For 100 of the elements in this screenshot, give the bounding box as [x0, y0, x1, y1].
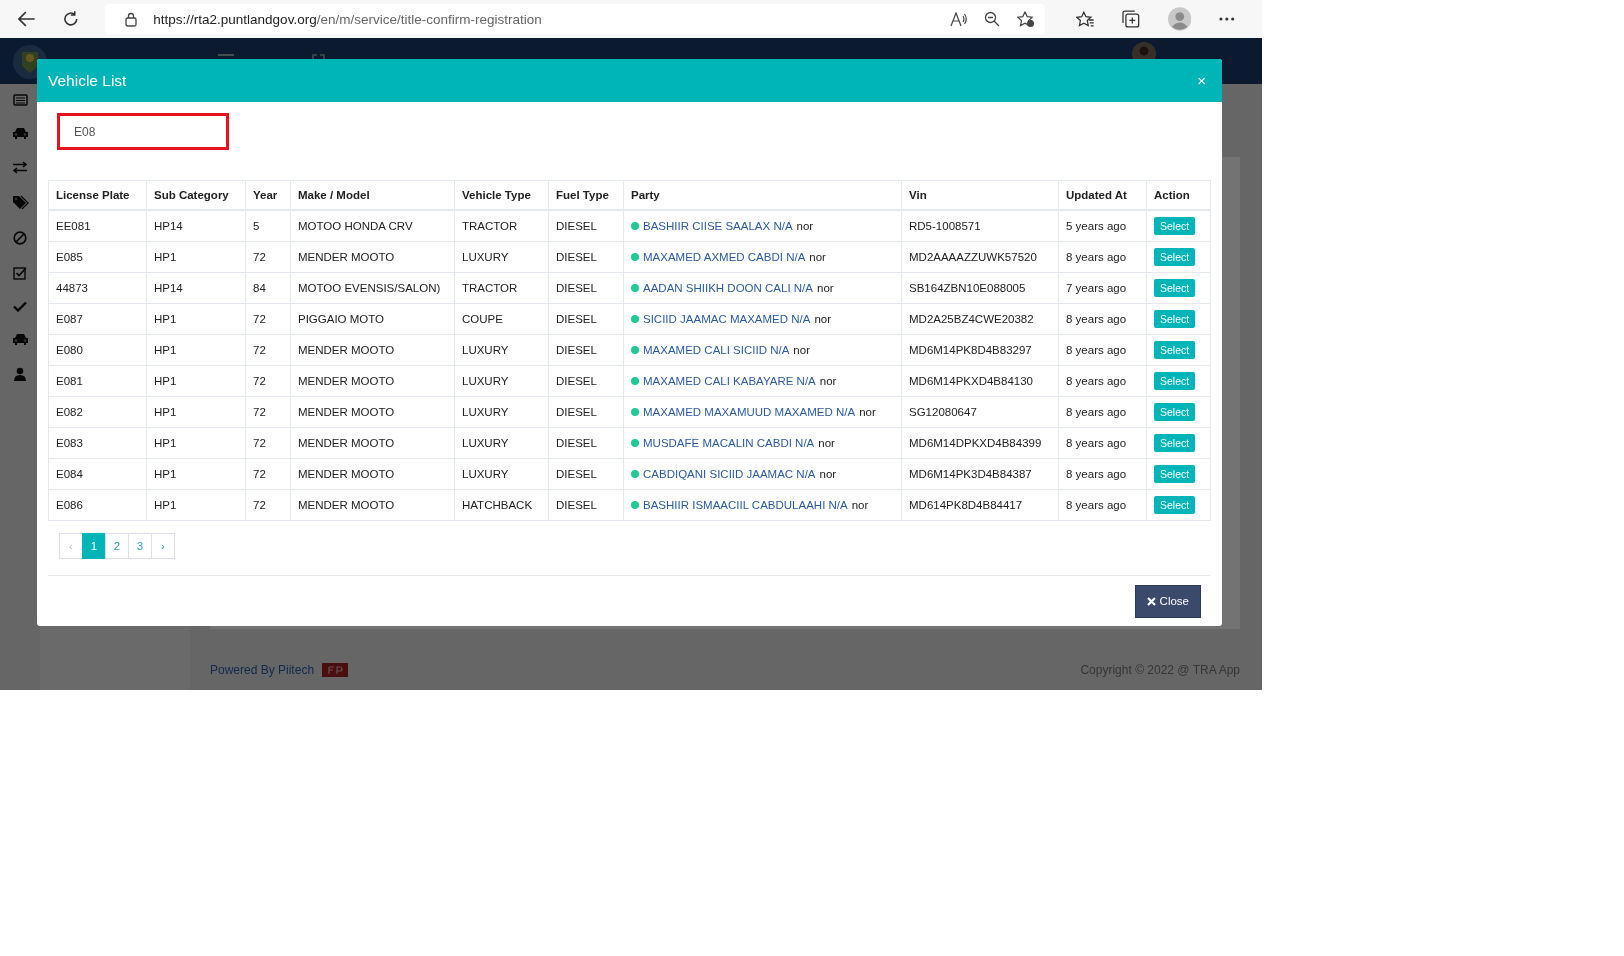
column-header: Vin [901, 180, 1059, 210]
select-button[interactable]: Select [1154, 341, 1196, 359]
table-cell: 8 years ago [1058, 427, 1147, 459]
table-cell: LUXURY [454, 458, 549, 490]
table-cell: DIESEL [548, 458, 624, 490]
select-button[interactable]: Select [1154, 403, 1196, 421]
party-link[interactable]: MUSDAFE MACALIN CABDI N/A [643, 437, 815, 449]
table-cell: 8 years ago [1058, 303, 1147, 335]
table-cell: TRACTOR [454, 210, 549, 242]
table-cell: E087 [48, 303, 147, 335]
table-cell: MD2AAAAZZUWK57520 [901, 241, 1059, 273]
page-button[interactable]: 3 [128, 533, 152, 559]
party-link[interactable]: CABDIQANI SICIID JAAMAC N/A [643, 468, 816, 480]
table-cell: EE081 [48, 210, 147, 242]
party-note: nor [809, 251, 826, 263]
next-page-button[interactable]: › [151, 533, 175, 559]
select-button[interactable]: Select [1154, 465, 1196, 483]
table-cell: DIESEL [548, 427, 624, 459]
previous-page-button[interactable]: ‹ [59, 533, 83, 559]
table-cell: MD2A25BZ4CWE20382 [901, 303, 1059, 335]
table-cell: MENDER MOOTO [290, 489, 455, 521]
party-link[interactable]: MAXAMED AXMED CABDI N/A [643, 251, 806, 263]
table-cell: LUXURY [454, 241, 549, 273]
table-cell: PIGGAIO MOTO [290, 303, 455, 335]
url-text: https://rta2.puntlandgov.org/en/m/service/title-confirm-registration [153, 11, 543, 27]
table-cell: E085 [48, 241, 147, 273]
table-cell: 7 years ago [1058, 272, 1147, 304]
party-note: nor [819, 468, 837, 480]
table-cell: HP1 [146, 334, 246, 366]
table-cell: 8 years ago [1058, 458, 1147, 490]
table-cell: HP1 [146, 365, 246, 397]
table-cell: MD6M14DPKXD4B84399 [901, 427, 1059, 459]
party-note: nor [851, 499, 869, 511]
column-header: Fuel Type [548, 180, 624, 210]
table-cell: MD6M14PKXD4B84130 [901, 365, 1059, 397]
table-cell: 8 years ago [1058, 365, 1147, 397]
table-cell: MENDER MOOTO [290, 396, 455, 428]
table-cell: LUXURY [454, 396, 549, 428]
table-cell: HP1 [146, 303, 246, 335]
table-cell: SB164ZBN10E088005 [901, 272, 1059, 304]
close-button[interactable]: × [1195, 72, 1208, 89]
select-button[interactable]: Select [1154, 310, 1196, 328]
table-cell: 72 [245, 365, 291, 397]
select-button[interactable]: Select [1154, 434, 1196, 452]
party-link[interactable]: BASHIIR ISMAACIIL CABDULAAHI N/A [643, 499, 848, 511]
table-cell: MOTOO HONDA CRV [290, 210, 455, 242]
table-cell: HP14 [146, 272, 246, 304]
table-cell: 72 [245, 303, 291, 335]
party-note: nor [818, 437, 835, 449]
page-button[interactable]: 1 [82, 533, 106, 559]
table-cell: MOTOO EVENSIS/SALON) [290, 272, 455, 304]
search-field[interactable]: E08 [57, 113, 229, 150]
select-button[interactable]: Select [1154, 496, 1196, 514]
column-header: License Plate [48, 180, 147, 210]
party-note: nor [793, 344, 810, 356]
table-cell: 72 [245, 334, 291, 366]
table-cell: HP1 [146, 427, 246, 459]
address-bar[interactable]: https://rta2.puntlandgov.org/en/m/service/title-confirm-registration [105, 4, 1045, 34]
select-button[interactable]: Select [1154, 279, 1196, 297]
column-header: Action [1146, 180, 1211, 210]
table-cell: MD6M14PK3D4B84387 [901, 458, 1059, 490]
table-cell: HP1 [146, 241, 246, 273]
party-link[interactable]: MAXAMED MAXAMUUD MAXAMED N/A [643, 406, 856, 418]
party-note: nor [817, 282, 834, 294]
table-cell: HP1 [146, 458, 246, 490]
page-button[interactable]: 2 [105, 533, 129, 559]
table-cell: MENDER MOOTO [290, 365, 455, 397]
table-cell: E083 [48, 427, 147, 459]
column-header: Vehicle Type [454, 180, 549, 210]
table-cell: LUXURY [454, 334, 549, 366]
table-cell: 72 [245, 427, 291, 459]
table-cell: DIESEL [548, 489, 624, 521]
table-cell: MENDER MOOTO [290, 458, 455, 490]
table-cell: 5 years ago [1058, 210, 1147, 242]
table-cell: COUPE [454, 303, 549, 335]
party-link[interactable]: MAXAMED CALI KABAYARE N/A [643, 375, 816, 387]
party-link[interactable]: AADAN SHIIKH DOON CALI N/A [643, 282, 813, 294]
table-cell: 8 years ago [1058, 489, 1147, 521]
dialog-title: Vehicle List [48, 71, 128, 90]
party-note: nor [814, 313, 832, 325]
select-button[interactable]: Select [1154, 372, 1196, 390]
close-button[interactable]: Close [1134, 584, 1201, 618]
table-cell: 84 [245, 272, 291, 304]
select-button[interactable]: Select [1154, 248, 1196, 266]
table-cell: 8 years ago [1058, 334, 1147, 366]
table-cell: DIESEL [548, 365, 624, 397]
party-link[interactable]: SICIID JAAMAC MAXAMED N/A [643, 313, 811, 325]
table-cell: HP1 [146, 396, 246, 428]
table-cell: DIESEL [548, 210, 624, 242]
party-link[interactable]: MAXAMED CALI SICIID N/A [643, 344, 790, 356]
select-button[interactable]: Select [1154, 217, 1196, 235]
table-cell: TRACTOR [454, 272, 549, 304]
table-cell: DIESEL [548, 241, 624, 273]
table-cell: E081 [48, 365, 147, 397]
table-cell: 5 [245, 210, 291, 242]
table-cell: LUXURY [454, 427, 549, 459]
party-note: nor [819, 375, 837, 387]
party-link[interactable]: BASHIIR CIISE SAALAX N/A [643, 220, 793, 232]
table-cell: RD5-1008571 [901, 210, 1059, 242]
table-cell: DIESEL [548, 396, 624, 428]
